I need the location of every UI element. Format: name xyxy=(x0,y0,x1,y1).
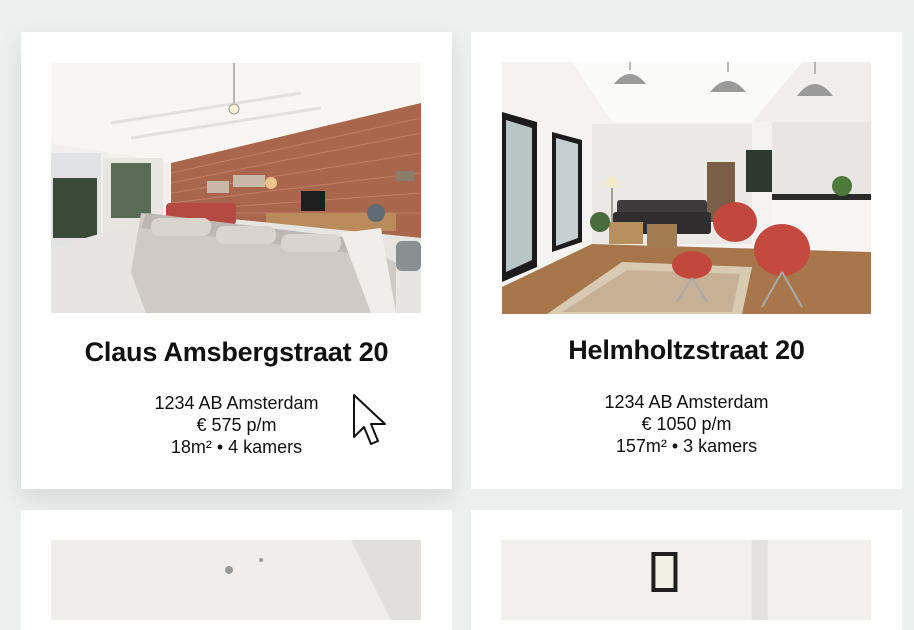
listing-photo[interactable] xyxy=(501,540,871,620)
listing-details: 157m² • 3 kamers xyxy=(615,436,758,456)
listing-card[interactable] xyxy=(21,510,452,630)
listing-title[interactable]: Claus Amsbergstraat 20 xyxy=(21,337,452,368)
listing-address: 1234 AB Amsterdam xyxy=(154,393,319,413)
listing-card[interactable] xyxy=(471,510,902,630)
listing-card[interactable]: Helmholtzstraat 20 1234 AB Amsterdam € 1… xyxy=(471,32,902,489)
listing-price: € 575 p/m xyxy=(196,415,277,435)
listing-photo[interactable] xyxy=(502,62,871,314)
listing-title[interactable]: Helmholtzstraat 20 xyxy=(471,335,902,366)
listing-meta: 1234 AB Amsterdam € 1050 p/m 157m² • 3 k… xyxy=(471,391,902,457)
listing-details: 18m² • 4 kamers xyxy=(170,437,303,457)
listing-photo[interactable] xyxy=(51,540,421,620)
listings-grid: Claus Amsbergstraat 20 1234 AB Amsterdam… xyxy=(0,0,914,630)
listing-address: 1234 AB Amsterdam xyxy=(604,392,769,412)
listing-card[interactable]: Claus Amsbergstraat 20 1234 AB Amsterdam… xyxy=(21,32,452,489)
listing-photo[interactable] xyxy=(51,63,421,313)
listing-meta: 1234 AB Amsterdam € 575 p/m 18m² • 4 kam… xyxy=(21,392,452,458)
listing-price: € 1050 p/m xyxy=(641,414,732,434)
